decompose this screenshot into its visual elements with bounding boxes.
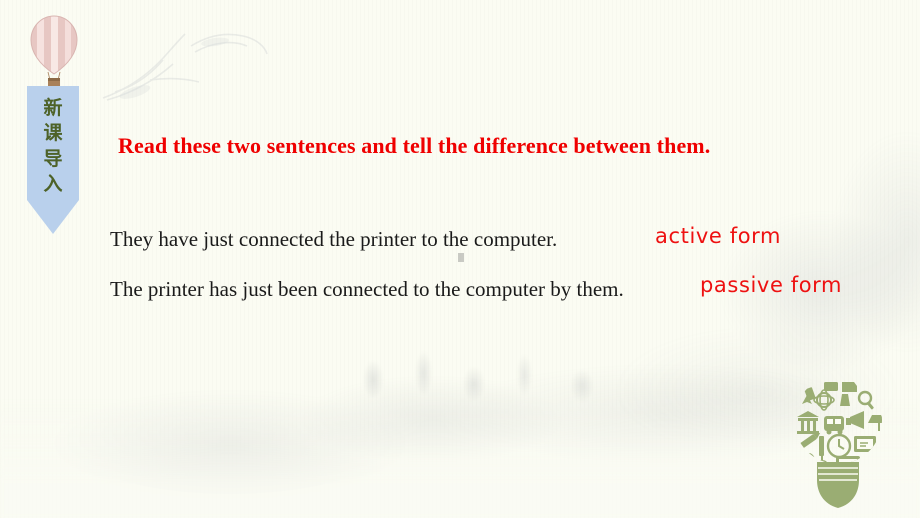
banner-char-1: 新 xyxy=(43,97,63,119)
sentence-row: The printer has just been connected to t… xyxy=(110,273,900,326)
sentence-label-active: active form xyxy=(655,224,782,248)
lesson-section-marker: 新 课 导 入 xyxy=(22,14,86,234)
crane-watermark-icon xyxy=(95,20,345,115)
lesson-banner: 新 课 导 入 xyxy=(27,86,79,234)
hot-air-balloon-icon xyxy=(25,14,83,90)
sentence-label-passive: passive form xyxy=(700,273,843,297)
tree-line-watermark xyxy=(330,330,690,420)
sentence-row: They have just connected the printer to … xyxy=(110,224,900,276)
sentence-text-passive: The printer has just been connected to t… xyxy=(110,277,624,301)
idea-lightbulb-icon xyxy=(784,370,892,510)
banner-char-4: 入 xyxy=(43,172,63,195)
slide-canvas: 新 课 导 入 Read these two sentences and tel… xyxy=(0,0,920,518)
text-cursor-artifact xyxy=(458,253,464,262)
sentence-list: They have just connected the printer to … xyxy=(110,224,900,326)
lesson-banner-text: 新 课 导 入 xyxy=(27,96,79,197)
page-title: Read these two sentences and tell the di… xyxy=(118,133,711,158)
banner-char-3: 导 xyxy=(43,147,63,170)
sentence-text-active: They have just connected the printer to … xyxy=(110,227,558,251)
banner-char-2: 课 xyxy=(43,122,63,145)
